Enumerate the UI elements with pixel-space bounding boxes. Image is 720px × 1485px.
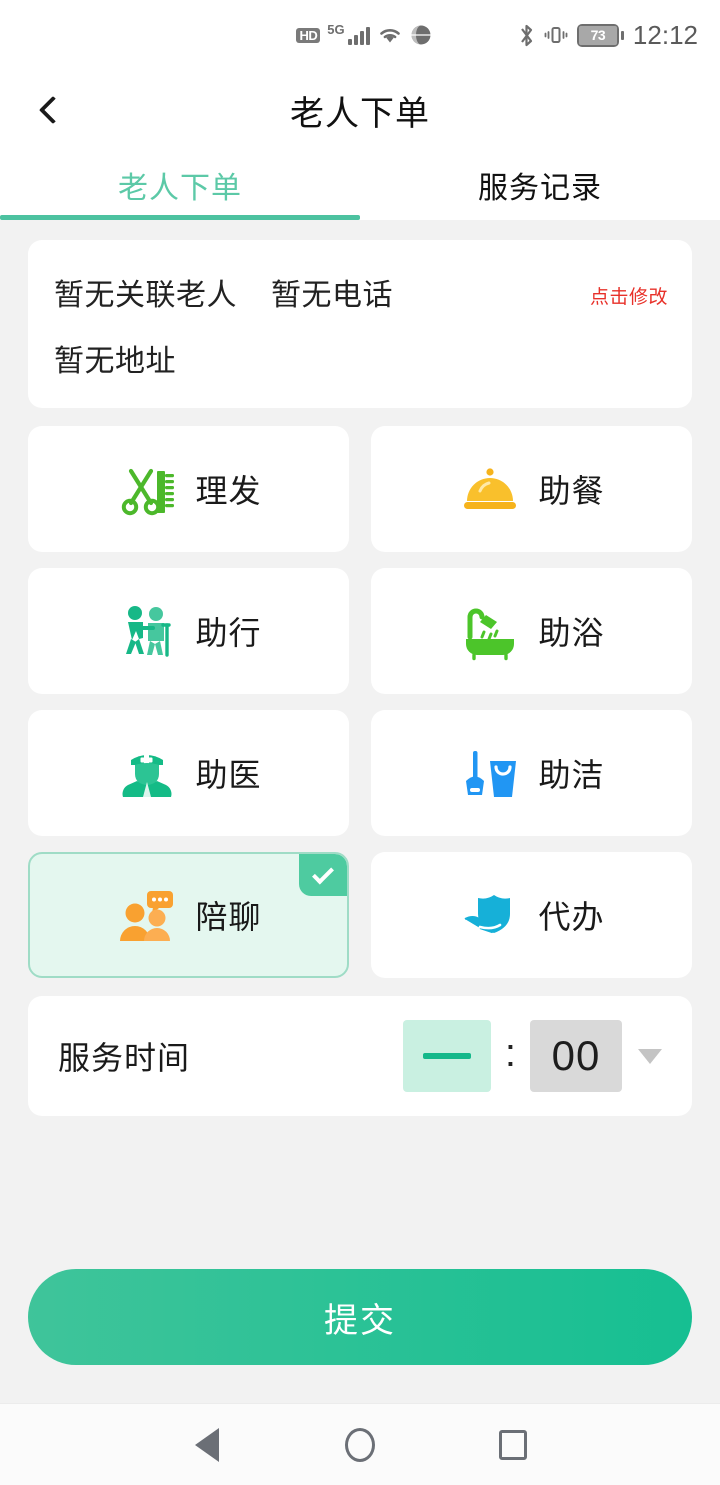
nurse-icon [115, 741, 179, 805]
submit-button[interactable]: 提交 [28, 1269, 692, 1365]
status-bar-clock: 12:12 [632, 19, 698, 50]
service-label: 陪聊 [195, 899, 262, 935]
walking-assist-icon [115, 599, 179, 663]
tab-elderly-order[interactable]: 老人下单 [0, 150, 360, 220]
service-time-label: 服务时间 [58, 1040, 191, 1076]
service-label: 代办 [538, 899, 605, 935]
nav-back-button[interactable] [172, 1404, 242, 1485]
chat-companion-icon [115, 883, 179, 947]
elder-address: 暂无地址 [54, 345, 176, 378]
nav-back-triangle-icon [194, 1427, 219, 1462]
service-item-medical[interactable]: 助医 [28, 710, 349, 836]
elder-phone: 暂无电话 [271, 279, 393, 312]
vibrate-icon [544, 23, 568, 47]
scissors-comb-icon [115, 457, 179, 521]
service-item-haircut[interactable]: 理发 [28, 426, 349, 552]
elder-name: 暂无关联老人 [54, 279, 237, 312]
globe-vpn-icon [410, 24, 432, 46]
bathtub-shower-icon [458, 599, 522, 663]
service-label: 助医 [195, 757, 262, 793]
hour-value-dash [422, 1053, 471, 1059]
nav-recents-square-icon [499, 1429, 528, 1460]
wifi-icon [377, 25, 403, 45]
service-item-mobility[interactable]: 助行 [28, 568, 349, 694]
tab-bar: 老人下单 服务记录 [0, 150, 720, 220]
service-item-errand[interactable]: 代办 [371, 852, 692, 978]
tab-active-indicator [0, 215, 360, 220]
minute-field[interactable]: 00 [530, 1020, 622, 1092]
signal-bars-icon [347, 25, 370, 45]
minute-value: 00 [551, 1032, 601, 1079]
hour-field[interactable] [402, 1020, 491, 1092]
android-nav-bar [0, 1403, 720, 1485]
mop-bucket-icon [458, 741, 522, 805]
battery-level: 73 [578, 25, 617, 45]
battery-icon: 73 [576, 23, 624, 47]
status-bar-right-icons: 73 12:12 [518, 0, 698, 70]
service-label: 助行 [195, 615, 262, 651]
hd-icon: HD [296, 27, 321, 43]
service-label: 助餐 [538, 473, 605, 509]
time-separator: : [504, 1031, 516, 1075]
title-bar: 老人下单 [0, 70, 720, 150]
service-item-cleaning[interactable]: 助洁 [371, 710, 692, 836]
service-label: 助洁 [538, 757, 605, 793]
caret-down-icon[interactable] [638, 1048, 662, 1064]
service-item-bathing[interactable]: 助浴 [371, 568, 692, 694]
tab-service-records[interactable]: 服务记录 [360, 150, 720, 220]
selected-check-icon [299, 854, 347, 896]
service-time-picker[interactable]: : 00 [402, 1020, 662, 1092]
service-time-row: 服务时间 : 00 [28, 996, 692, 1116]
main-content: 暂无关联老人 暂无电话 暂无地址 点击修改 理发 助餐 助行 助浴 助医 助洁 … [0, 220, 720, 1116]
nav-home-circle-icon [344, 1427, 375, 1462]
nav-recents-button[interactable] [478, 1404, 548, 1485]
elder-info-primary-line: 暂无关联老人 暂无电话 [54, 270, 666, 314]
service-item-meal[interactable]: 助餐 [371, 426, 692, 552]
nav-home-button[interactable] [325, 1404, 395, 1485]
chevron-left-icon [38, 95, 68, 125]
elder-info-card[interactable]: 暂无关联老人 暂无电话 暂无地址 点击修改 [28, 240, 692, 408]
status-bar: HD 5G 73 12:12 [0, 0, 720, 70]
service-label: 助浴 [538, 615, 605, 651]
phone-screen: HD 5G 73 12:12 老人下单 老人下单 服务记录 暂无关联老人 暂无电… [0, 0, 720, 1485]
service-label: 理发 [195, 473, 262, 509]
hand-shield-icon [458, 883, 522, 947]
submit-area: 提交 [28, 1269, 692, 1365]
service-item-companionship[interactable]: 陪聊 [28, 852, 349, 978]
status-bar-left-icons: HD 5G [296, 21, 432, 46]
modify-link[interactable]: 点击修改 [590, 282, 668, 309]
page-title: 老人下单 [290, 94, 430, 133]
food-cloche-icon [458, 457, 522, 521]
service-grid: 理发 助餐 助行 助浴 助医 助洁 陪聊 代办 [28, 426, 692, 978]
back-button[interactable] [18, 70, 88, 150]
network-type-label: 5G [327, 21, 345, 37]
bluetooth-icon [518, 23, 535, 48]
